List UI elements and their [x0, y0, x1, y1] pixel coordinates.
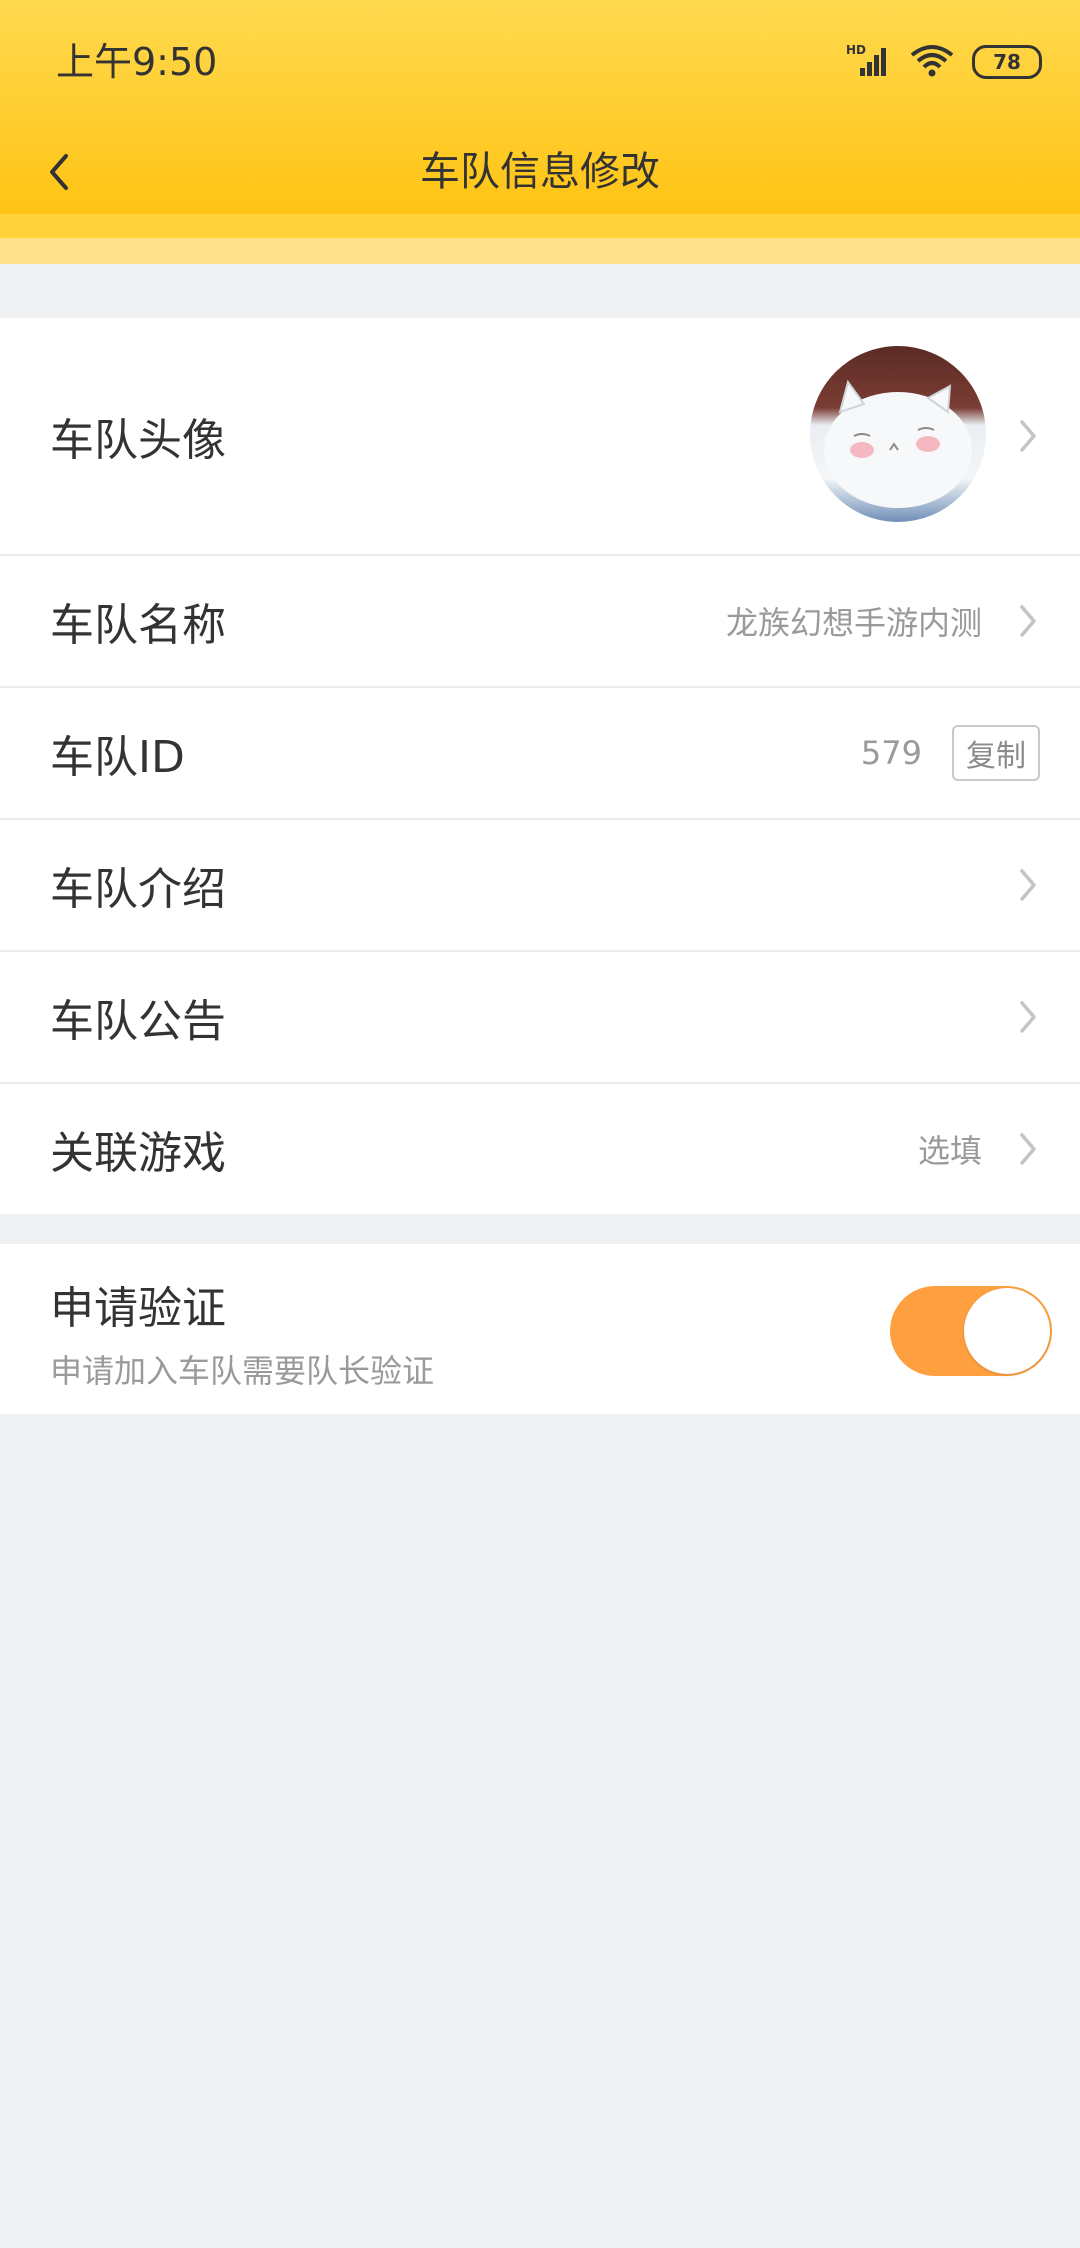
page-title: 车队信息修改 [420, 149, 660, 195]
wifi-icon [910, 43, 954, 81]
team-intro-label: 车队介绍 [50, 864, 226, 915]
signal-icon: HD [846, 42, 892, 82]
battery-level: 78 [993, 50, 1021, 74]
chevron-right-icon [1014, 601, 1042, 641]
verify-toggle[interactable] [890, 1286, 1052, 1376]
team-name-value: 龙族幻想手游内测 [725, 604, 982, 642]
linked-game-row[interactable]: 关联游戏 选填 [0, 1084, 1080, 1214]
copy-button[interactable]: 复制 [952, 725, 1040, 781]
chevron-right-icon [1014, 865, 1042, 905]
team-avatar[interactable] [810, 346, 986, 522]
team-notice-row[interactable]: 车队公告 [0, 952, 1080, 1084]
status-time: 上午9:50 [56, 40, 218, 84]
chevron-right-icon [1014, 997, 1042, 1037]
team-name-label: 车队名称 [50, 600, 226, 651]
team-id-label: 车队ID [50, 732, 185, 783]
linked-game-value: 选填 [917, 1132, 982, 1170]
toggle-knob[interactable] [964, 1288, 1050, 1374]
verify-subtitle: 申请加入车队需要队长验证 [50, 1352, 435, 1390]
header-band-light [0, 238, 1080, 264]
team-name-row[interactable]: 车队名称 龙族幻想手游内测 [0, 556, 1080, 688]
team-info-list: 车队头像 车队名称 龙族幻想手游内测 车队ID 579 复制 车队介绍 车队公告… [0, 318, 1080, 1214]
verify-title: 申请验证 [50, 1283, 226, 1334]
join-verification-row: 申请验证 申请加入车队需要队长验证 [0, 1244, 1080, 1414]
status-icons: HD 78 [846, 38, 1042, 86]
battery-icon: 78 [972, 45, 1042, 79]
team-avatar-label: 车队头像 [50, 415, 226, 466]
chevron-right-icon [1014, 1129, 1042, 1169]
team-id-row: 车队ID 579 复制 [0, 688, 1080, 820]
network-label: HD [846, 43, 866, 57]
header-band [0, 214, 1080, 238]
team-notice-label: 车队公告 [50, 996, 226, 1047]
chevron-right-icon [1014, 416, 1042, 456]
linked-game-label: 关联游戏 [50, 1128, 226, 1179]
team-avatar-row[interactable]: 车队头像 [0, 318, 1080, 556]
team-intro-row[interactable]: 车队介绍 [0, 820, 1080, 952]
team-id-value: 579 [860, 734, 922, 772]
